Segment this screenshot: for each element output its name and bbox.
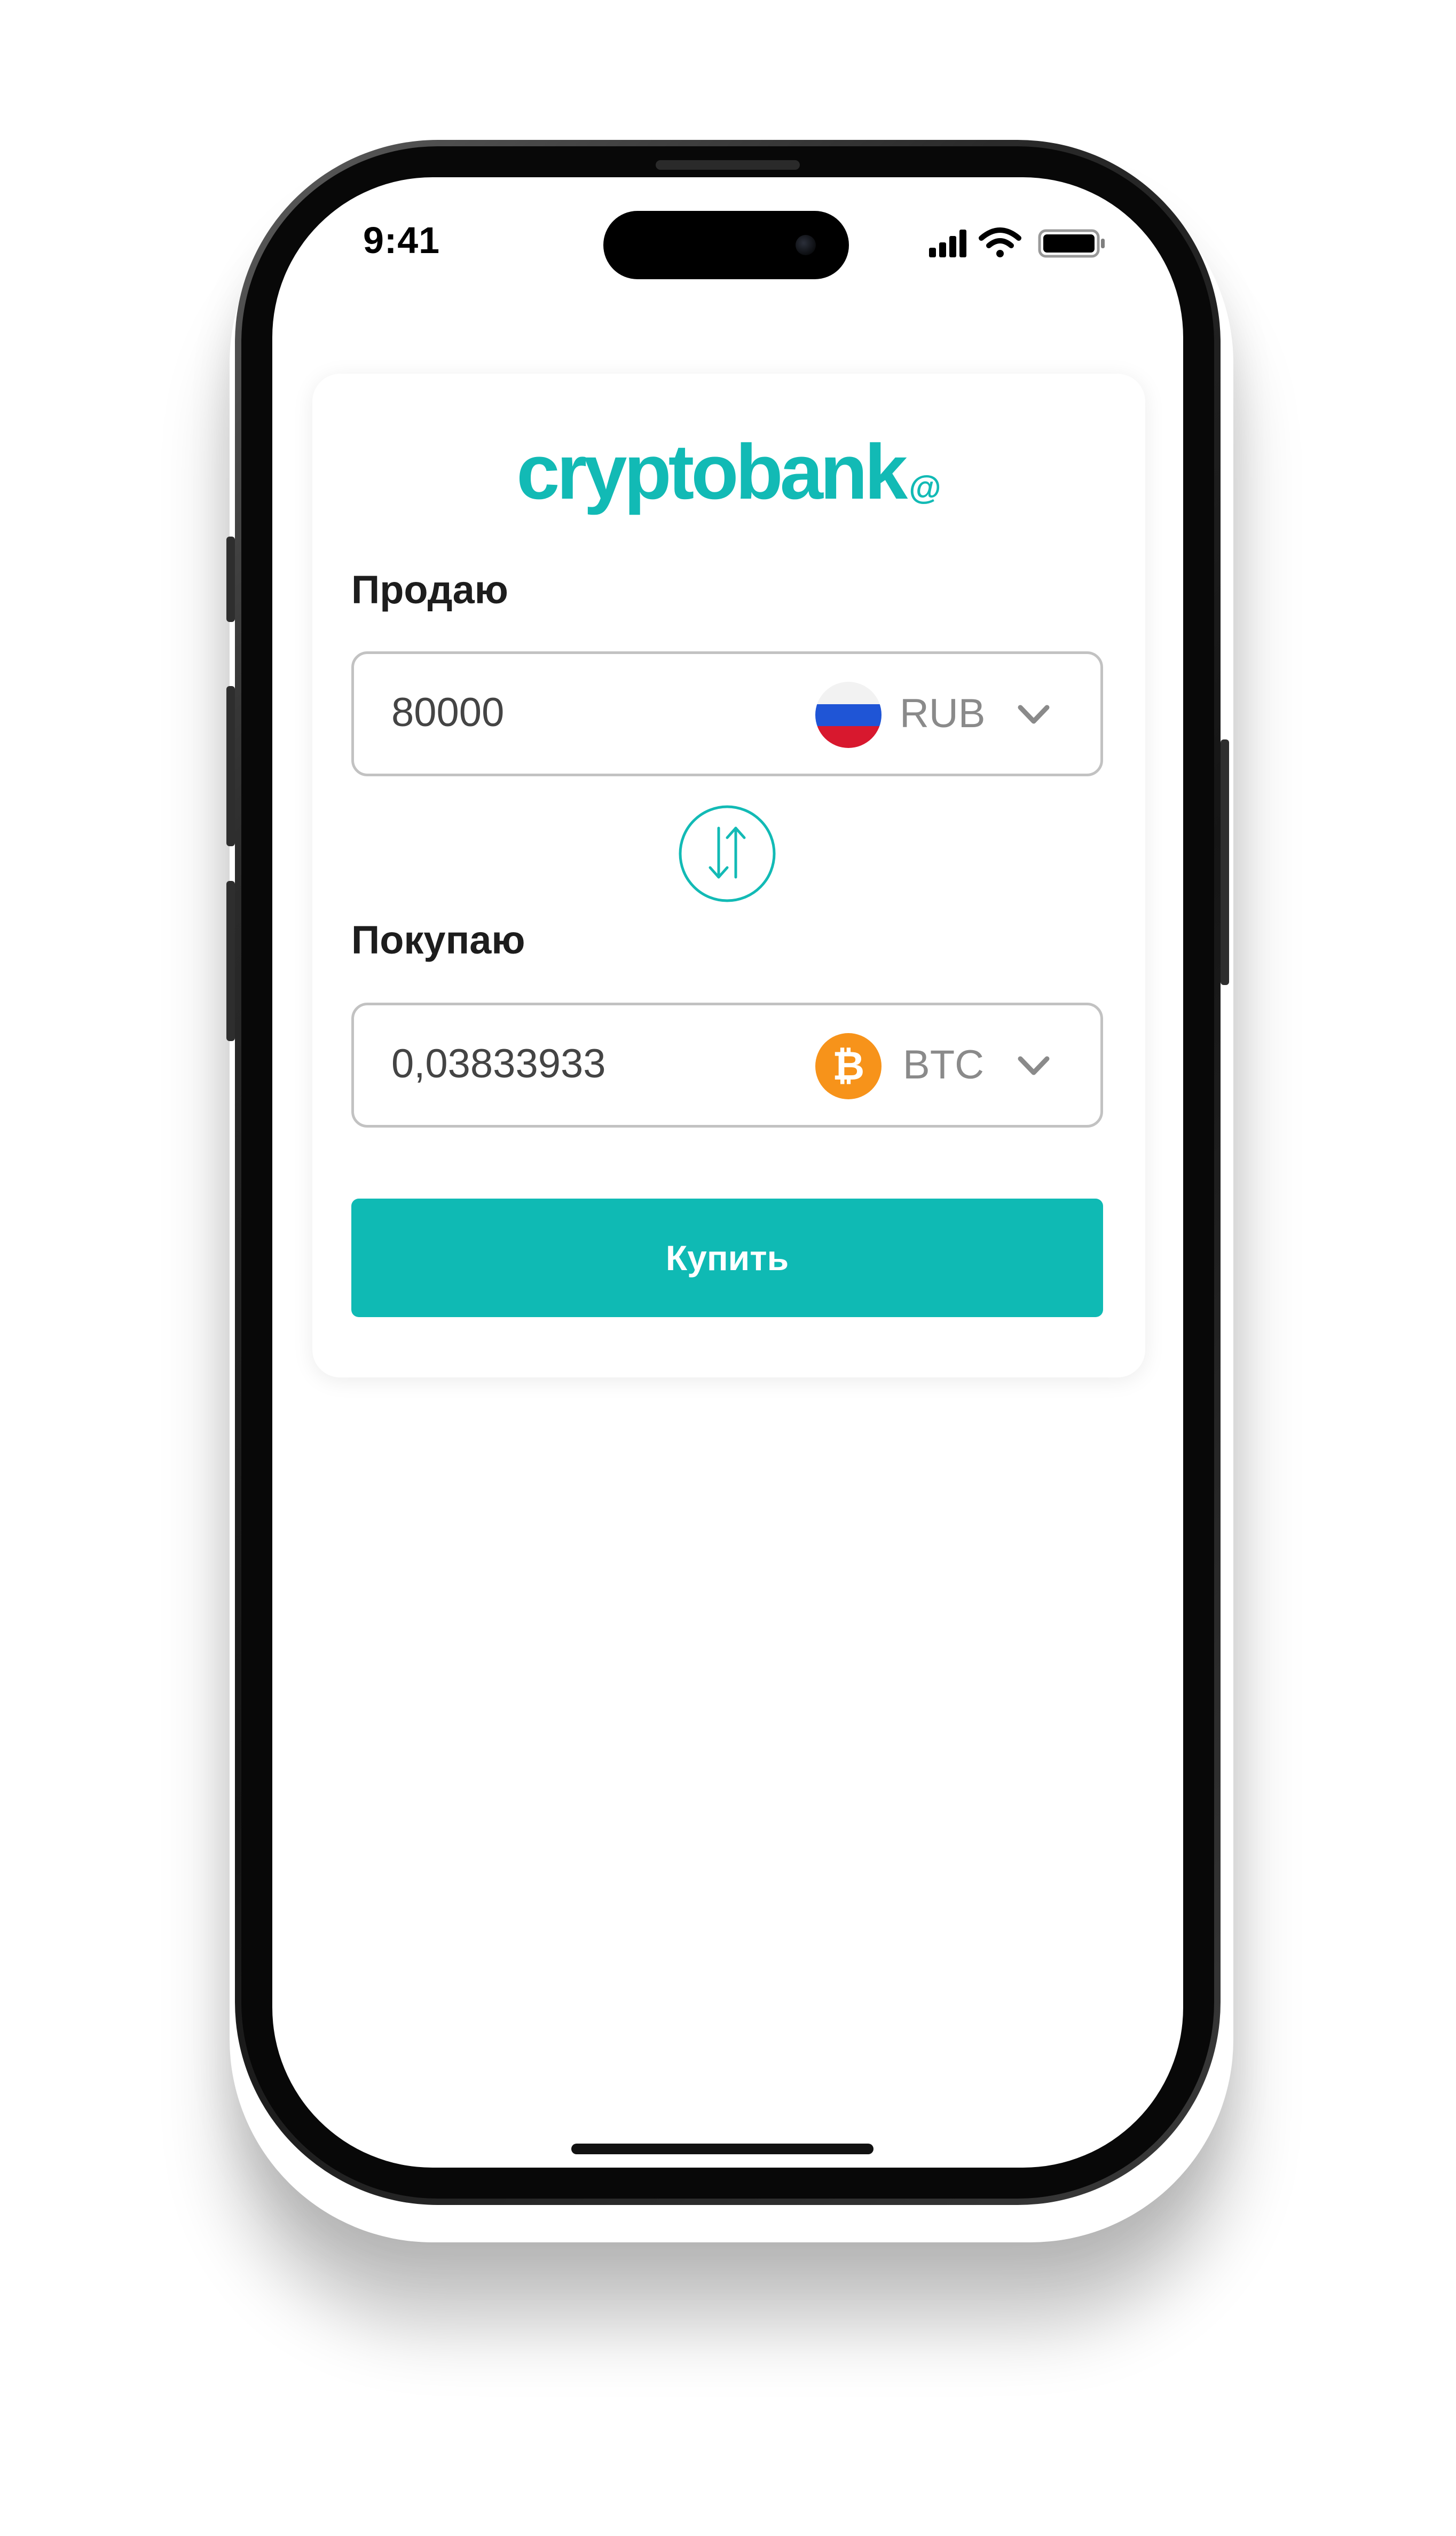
logo-mark: @ — [909, 469, 941, 506]
chevron-down-icon[interactable] — [1015, 1050, 1052, 1082]
action-button — [226, 537, 235, 622]
cryptobank-logo: cryptobank @ — [312, 427, 1145, 517]
buy-amount-input[interactable]: 0,03833933 — [391, 1041, 606, 1087]
front-camera-icon — [796, 235, 816, 255]
sell-amount-input[interactable]: 80000 — [391, 689, 504, 736]
status-time: 9:41 — [363, 219, 440, 261]
exchange-card: cryptobank @ Продаю 80000 RUB Покупаю 0,0… — [312, 374, 1145, 1377]
russia-flag-icon — [815, 682, 882, 748]
chevron-down-icon[interactable] — [1015, 699, 1052, 731]
sell-field[interactable]: 80000 RUB — [351, 651, 1103, 776]
home-indicator[interactable] — [571, 2144, 873, 2154]
bitcoin-icon: ₿ — [815, 1033, 882, 1099]
buy-currency-code[interactable]: BTC — [903, 1042, 984, 1088]
sell-label: Продаю — [351, 568, 508, 612]
swap-arrows-icon[interactable] — [677, 804, 777, 904]
buy-field[interactable]: 0,03833933 ₿ BTC — [351, 1003, 1103, 1128]
wifi-icon — [979, 227, 1021, 257]
earpiece-speaker — [656, 160, 800, 170]
battery-icon — [1038, 229, 1105, 258]
buy-button[interactable]: Купить — [351, 1199, 1103, 1317]
volume-down-button — [226, 881, 235, 1041]
sell-currency-code[interactable]: RUB — [900, 690, 985, 737]
power-button — [1221, 739, 1229, 985]
status-icons — [929, 227, 1105, 258]
logo-text: cryptobank — [516, 428, 908, 515]
volume-up-button — [226, 686, 235, 846]
buy-label: Покупаю — [351, 918, 525, 962]
cellular-signal-icon — [929, 230, 966, 257]
svg-text:₿: ₿ — [832, 1043, 864, 1089]
